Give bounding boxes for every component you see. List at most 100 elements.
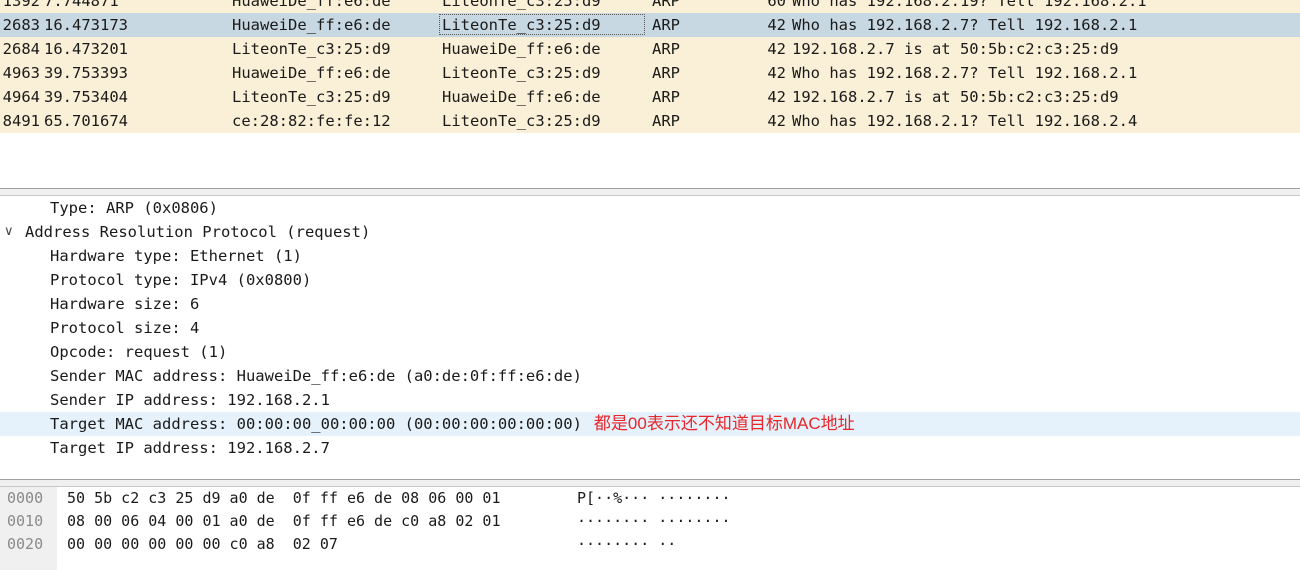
field-label: Protocol size: 4: [50, 319, 200, 337]
packet-protocol: ARP: [652, 0, 680, 10]
pane-splitter-top[interactable]: [0, 188, 1300, 196]
field-label: Hardware type: Ethernet (1): [50, 247, 302, 265]
packet-time: 65.701674: [44, 112, 128, 130]
packet-protocol: ARP: [652, 88, 680, 106]
packet-row[interactable]: 8491 65.701674 ce:28:82:fe:fe:12 LiteonTe_c…: [0, 109, 1300, 133]
tree-node-arp[interactable]: ∨ Address Resolution Protocol (request): [0, 220, 1300, 244]
packet-list-pane[interactable]: 1392 7.744871 HuaweiDe_ff:e6:de LiteonTe_c3…: [0, 0, 1300, 188]
field-label: Target IP address: 192.168.2.7: [50, 439, 330, 457]
packet-length: 42: [767, 64, 786, 82]
byte-ascii: ········ ········: [577, 512, 731, 530]
packet-time: 16.473201: [44, 40, 128, 58]
bytes-row[interactable]: 0010 08 00 06 04 00 01 a0 de 0f ff e6 de …: [0, 510, 1300, 533]
tree-field-text: Opcode: request (1): [50, 340, 227, 364]
field-label: Type: ARP (0x0806): [50, 199, 218, 217]
packet-no: 4963: [2, 64, 40, 82]
packet-row[interactable]: 2683 16.473173 HuaweiDe_ff:e6:de LiteonTe_c…: [0, 13, 1300, 37]
packet-info: 192.168.2.7 is at 50:5b:c2:c3:25:d9: [792, 40, 1119, 58]
tree-field[interactable]: Sender MAC address: HuaweiDe_ff:e6:de (a…: [0, 364, 1300, 388]
byte-offset: 0000: [7, 489, 44, 507]
packet-no: 8491: [2, 112, 40, 130]
tree-field-text: Address Resolution Protocol (request): [25, 220, 370, 244]
tree-field-text: Protocol type: IPv4 (0x0800): [50, 268, 311, 292]
packet-length: 42: [767, 112, 786, 130]
tree-field[interactable]: Sender IP address: 192.168.2.1: [0, 388, 1300, 412]
packet-destination: LiteonTe_c3:25:d9: [442, 112, 601, 130]
packet-row[interactable]: 4964 39.753404 LiteonTe_c3:25:d9 HuaweiDe_f…: [0, 85, 1300, 109]
packet-row[interactable]: 2684 16.473201 LiteonTe_c3:25:d9 HuaweiDe_f…: [0, 37, 1300, 61]
tree-field[interactable]: Opcode: request (1): [0, 340, 1300, 364]
packet-info: Who has 192.168.2.7? Tell 192.168.2.1: [792, 64, 1138, 82]
packet-no: 4964: [2, 88, 40, 106]
field-label: Sender IP address: 192.168.2.1: [50, 391, 330, 409]
bytes-row[interactable]: 0020 00 00 00 00 00 00 c0 a8 02 07 ·······…: [0, 533, 1300, 556]
field-label: Sender MAC address: HuaweiDe_ff:e6:de (a…: [50, 367, 582, 385]
packet-destination: HuaweiDe_ff:e6:de: [442, 88, 601, 106]
packet-source: HuaweiDe_ff:e6:de: [232, 16, 391, 34]
packet-destination: LiteonTe_c3:25:d9: [442, 64, 601, 82]
tree-field[interactable]: Protocol type: IPv4 (0x0800): [0, 268, 1300, 292]
packet-time: 16.473173: [44, 16, 128, 34]
packet-time: 7.744871: [44, 0, 119, 10]
bytes-row[interactable]: 0000 50 5b c2 c3 25 d9 a0 de 0f ff e6 de …: [0, 487, 1300, 510]
packet-info: Who has 192.168.2.19? Tell 192.168.2.1: [792, 0, 1147, 10]
packet-no: 2684: [2, 40, 40, 58]
tree-field[interactable]: Protocol size: 4: [0, 316, 1300, 340]
packet-length: 42: [767, 88, 786, 106]
packet-row[interactable]: 1392 7.744871 HuaweiDe_ff:e6:de LiteonTe_c3…: [0, 0, 1300, 13]
field-label: Protocol type: IPv4 (0x0800): [50, 271, 312, 289]
packet-info: 192.168.2.7 is at 50:5b:c2:c3:25:d9: [792, 88, 1119, 106]
packet-row[interactable]: 4963 39.753393 HuaweiDe_ff:e6:de LiteonTe_c…: [0, 61, 1300, 85]
packet-length: 60: [767, 0, 786, 10]
packet-protocol: ARP: [652, 64, 680, 82]
packet-source: ce:28:82:fe:fe:12: [232, 112, 391, 130]
tree-field-text: Sender MAC address: HuaweiDe_ff:e6:de (a…: [50, 364, 582, 388]
packet-source: HuaweiDe_ff:e6:de: [232, 0, 391, 10]
packet-length: 42: [767, 40, 786, 58]
tree-field[interactable]: Target MAC address: 00:00:00_00:00:00 (0…: [0, 412, 1300, 436]
packet-source: LiteonTe_c3:25:d9: [232, 88, 391, 106]
packet-no: 1392: [2, 0, 40, 10]
byte-hex: 00 00 00 00 00 00 c0 a8 02 07: [67, 535, 338, 553]
packet-no: 2683: [2, 16, 40, 34]
field-label: Opcode: request (1): [50, 343, 228, 361]
tree-field-text: Type: ARP (0x0806): [50, 196, 218, 220]
annotation-text: 都是00表示还不知道目标MAC地址: [593, 414, 855, 433]
expand-chevron-icon[interactable]: ∨: [4, 220, 14, 244]
byte-offset: 0010: [7, 512, 44, 530]
byte-hex: 50 5b c2 c3 25 d9 a0 de 0f ff e6 de 08 0…: [67, 489, 501, 507]
packet-destination: LiteonTe_c3:25:d9: [442, 0, 601, 10]
tree-field-text: Target MAC address: 00:00:00_00:00:00 (0…: [50, 412, 855, 436]
pane-splitter-bottom[interactable]: [0, 479, 1300, 487]
packet-destination: LiteonTe_c3:25:d9: [442, 16, 601, 34]
tree-field-text: Hardware type: Ethernet (1): [50, 244, 302, 268]
tree-field-text: Protocol size: 4: [50, 316, 199, 340]
packet-source: LiteonTe_c3:25:d9: [232, 40, 391, 58]
byte-hex: 08 00 06 04 00 01 a0 de 0f ff e6 de c0 a…: [67, 512, 501, 530]
tree-field-text: Hardware size: 6: [50, 292, 199, 316]
packet-protocol: ARP: [652, 112, 680, 130]
packet-time: 39.753404: [44, 88, 128, 106]
field-label: Target MAC address: 00:00:00_00:00:00 (0…: [50, 415, 582, 433]
packet-source: HuaweiDe_ff:e6:de: [232, 64, 391, 82]
byte-offset: 0020: [7, 535, 44, 553]
field-label: Hardware size: 6: [50, 295, 200, 313]
packet-destination: HuaweiDe_ff:e6:de: [442, 40, 601, 58]
packet-details-pane[interactable]: Type: ARP (0x0806) ∨ Address Resolution Pr…: [0, 196, 1300, 479]
packet-protocol: ARP: [652, 40, 680, 58]
tree-field[interactable]: Hardware type: Ethernet (1): [0, 244, 1300, 268]
field-label: Address Resolution Protocol (request): [25, 223, 371, 241]
tree-field[interactable]: Hardware size: 6: [0, 292, 1300, 316]
packet-protocol: ARP: [652, 16, 680, 34]
packet-time: 39.753393: [44, 64, 128, 82]
byte-ascii: P[··%··· ········: [577, 489, 731, 507]
packet-info: Who has 192.168.2.1? Tell 192.168.2.4: [792, 112, 1138, 130]
packet-length: 42: [767, 16, 786, 34]
packet-bytes-pane[interactable]: 0000 50 5b c2 c3 25 d9 a0 de 0f ff e6 de …: [0, 487, 1300, 570]
tree-field-text: Sender IP address: 192.168.2.1: [50, 388, 330, 412]
tree-field[interactable]: Target IP address: 192.168.2.7: [0, 436, 1300, 460]
tree-field-text: Target IP address: 192.168.2.7: [50, 436, 330, 460]
byte-ascii: ········ ··: [577, 535, 677, 553]
tree-field[interactable]: Type: ARP (0x0806): [0, 196, 1300, 220]
packet-info: Who has 192.168.2.7? Tell 192.168.2.1: [792, 16, 1138, 34]
